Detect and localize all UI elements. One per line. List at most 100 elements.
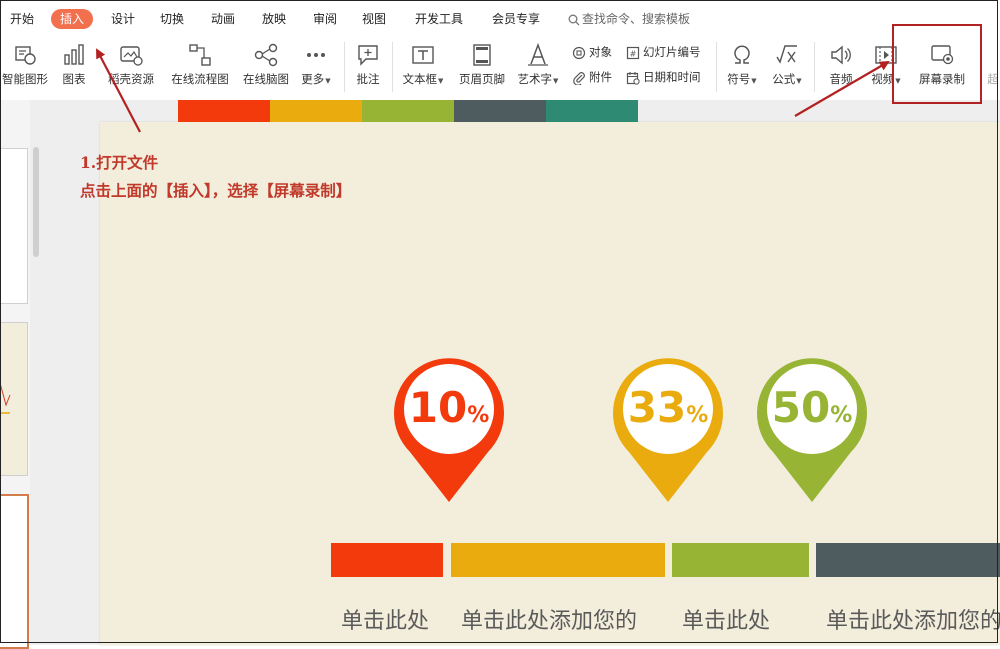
- tab-view[interactable]: 视图: [362, 9, 386, 29]
- truncated-label: 超: [987, 72, 999, 86]
- paperclip-icon: [573, 71, 585, 86]
- caret-icon: ▼: [796, 77, 802, 85]
- progress-bar-orange: [451, 543, 665, 577]
- speaker-icon: [831, 45, 851, 65]
- divider: [716, 42, 717, 92]
- date-time-button[interactable]: 日期和时间: [626, 67, 701, 87]
- date-time-label: 日期和时间: [643, 70, 701, 84]
- textbox-button[interactable]: 文本框▼: [398, 36, 448, 96]
- audio-button[interactable]: 音频: [820, 36, 862, 96]
- textbox-icon: [412, 46, 434, 64]
- wordart-icon: [528, 42, 548, 66]
- formula-label: 公式▼: [772, 72, 802, 86]
- object-label: 对象: [589, 45, 612, 59]
- formula-icon: [776, 45, 797, 64]
- percent-pin-33[interactable]: 33%: [611, 352, 725, 504]
- mindmap-label: 在线脑图: [243, 72, 289, 86]
- highlight-box-screen-record: [892, 24, 982, 104]
- svg-text:#: #: [630, 49, 637, 58]
- calendar-icon: [626, 71, 640, 85]
- tab-bar: 开始 插入 设计 切换 动画 放映 审阅 视图 开发工具 会员专享 查找命令、搜…: [0, 0, 1000, 36]
- slide-number-button[interactable]: # 幻灯片编号: [626, 42, 701, 62]
- bar-chart-icon: [64, 44, 84, 65]
- tab-insert[interactable]: 插入: [51, 9, 94, 29]
- slide-placeholder-text[interactable]: 单击此处添加您的: [461, 606, 637, 638]
- slide-number-icon: #: [626, 46, 640, 59]
- divider: [344, 42, 345, 92]
- header-color-band: [546, 100, 638, 122]
- caret-icon: ▼: [325, 77, 331, 85]
- mindmap-button[interactable]: 在线脑图: [238, 36, 294, 96]
- chart-label: 图表: [62, 72, 86, 86]
- ribbon-toolbar: 智能图形 图表 稻壳资源 在线流程图 在线脑图 更多▼ 批注 文本框▼ 页眉页脚…: [0, 36, 1000, 100]
- progress-bar-slate: [816, 543, 1000, 577]
- progress-bar-green: [672, 543, 809, 577]
- wordart-button[interactable]: 艺术字▼: [514, 36, 562, 96]
- audio-label: 音频: [829, 72, 853, 86]
- object-icon: [572, 46, 586, 59]
- more-dots-icon: [307, 53, 325, 57]
- resources-label: 稻壳资源: [108, 72, 154, 86]
- annotation-instruction: 点击上面的【插入】，选择【屏幕录制】: [80, 181, 352, 200]
- slide-placeholder-text[interactable]: 单击此处: [341, 606, 429, 638]
- comment-label: 批注: [356, 72, 380, 86]
- progress-bar-red: [331, 543, 443, 577]
- flowchart-label: 在线流程图: [171, 72, 229, 86]
- search-icon: [568, 14, 580, 25]
- more-label: 更多▼: [301, 72, 331, 86]
- comment-icon: [358, 45, 378, 66]
- divider: [814, 42, 815, 92]
- tab-animation[interactable]: 动画: [211, 9, 235, 29]
- more-button[interactable]: 更多▼: [296, 36, 336, 96]
- slide-placeholder-text[interactable]: 单击此处添加您的: [826, 606, 1000, 638]
- header-color-band: [454, 100, 546, 122]
- percent-value: 33%: [627, 383, 709, 432]
- slide-thumbnail[interactable]: [0, 322, 28, 476]
- slide-thumbnail[interactable]: [0, 148, 28, 304]
- caret-icon: ▼: [553, 77, 559, 85]
- header-color-band: [362, 100, 454, 122]
- symbol-button[interactable]: 符号▼: [722, 36, 762, 96]
- resources-button[interactable]: 稻壳资源: [104, 36, 158, 96]
- tab-design[interactable]: 设计: [111, 9, 135, 29]
- scrollbar-thumb[interactable]: [33, 147, 39, 257]
- truncated-ribbon-item[interactable]: 超: [985, 36, 1000, 96]
- header-color-band: [270, 100, 362, 122]
- attachment-label: 附件: [589, 70, 612, 84]
- textbox-label: 文本框▼: [402, 72, 444, 86]
- tab-slideshow[interactable]: 放映: [262, 9, 286, 29]
- search-box[interactable]: 查找命令、搜索模板: [568, 9, 690, 29]
- slide-number-label: 幻灯片编号: [643, 45, 701, 59]
- smart-shape-label: 智能图形: [2, 72, 48, 86]
- tab-review[interactable]: 审阅: [313, 9, 337, 29]
- annotation-step-1: 1.打开文件: [80, 153, 159, 172]
- slide-placeholder-text[interactable]: 单击此处: [682, 606, 770, 638]
- header-footer-button[interactable]: 页眉页脚: [456, 36, 508, 96]
- chart-button[interactable]: 图表: [56, 36, 92, 96]
- smart-shape-button[interactable]: 智能图形: [0, 36, 50, 96]
- flowchart-button[interactable]: 在线流程图: [168, 36, 232, 96]
- mindmap-icon: [254, 43, 278, 67]
- tab-transition[interactable]: 切换: [160, 9, 184, 29]
- wordart-label: 艺术字▼: [517, 72, 559, 86]
- symbol-label: 符号▼: [727, 72, 757, 86]
- tab-home[interactable]: 开始: [10, 9, 34, 29]
- flowchart-icon: [189, 44, 211, 66]
- resources-icon: [120, 46, 143, 66]
- formula-button[interactable]: 公式▼: [766, 36, 808, 96]
- percent-pin-10[interactable]: 10%: [392, 352, 506, 504]
- slide-thumbnail-selected[interactable]: [0, 494, 29, 649]
- tab-member[interactable]: 会员专享: [492, 9, 540, 29]
- attachment-button[interactable]: 附件: [572, 67, 612, 87]
- search-placeholder: 查找命令、搜索模板: [582, 12, 691, 26]
- header-color-band: [178, 100, 270, 122]
- smart-shape-icon: [15, 46, 36, 65]
- header-footer-label: 页眉页脚: [459, 72, 505, 86]
- slide-thumbnail-panel: [0, 100, 30, 649]
- comment-button[interactable]: 批注: [350, 36, 386, 96]
- tab-developer[interactable]: 开发工具: [415, 9, 463, 29]
- header-footer-icon: [473, 44, 491, 66]
- percent-pin-50[interactable]: 50%: [755, 352, 869, 504]
- percent-value: 50%: [771, 383, 853, 432]
- object-button[interactable]: 对象: [572, 42, 612, 62]
